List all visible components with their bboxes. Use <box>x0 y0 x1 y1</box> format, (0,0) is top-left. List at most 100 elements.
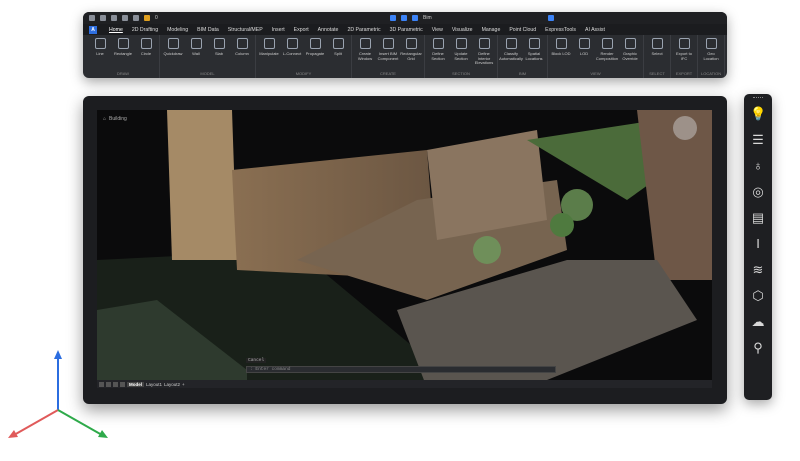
save-icon[interactable] <box>89 15 95 21</box>
group-view: Block LOD LOD Render Composition Graphic Ov… <box>548 35 644 78</box>
lod-button[interactable]: LOD <box>574 38 594 57</box>
rectangular-grid-icon <box>405 38 417 49</box>
circle-button[interactable]: Circle <box>136 38 156 57</box>
pin-icon[interactable]: ⚲ <box>750 340 766 356</box>
tab-model[interactable]: Model <box>127 381 144 387</box>
cloud-upload-icon[interactable]: ☁ <box>750 314 766 330</box>
tool-label: Define Interior Elevations <box>474 51 494 65</box>
add-layout-button[interactable]: + <box>182 382 185 387</box>
graphic-override-button[interactable]: Graphic Override <box>620 38 640 61</box>
tool-label: Export to IFC <box>675 51 692 61</box>
manipulate-button[interactable]: Manipulate <box>259 38 279 57</box>
export-to-ifc-button[interactable]: Export to IFC <box>674 38 694 61</box>
view-icon-3[interactable] <box>412 15 418 21</box>
rectangle-button[interactable]: Rectangle <box>113 38 133 57</box>
spatial-locations-button[interactable]: Spatial Locations <box>524 38 544 61</box>
nav-last-icon[interactable] <box>120 381 125 387</box>
view-icon[interactable] <box>390 15 396 21</box>
update-section-icon <box>455 38 467 49</box>
balloon-icon[interactable]: ♁ <box>750 158 766 174</box>
define-section-button[interactable]: Define Section <box>428 38 448 61</box>
breadcrumb[interactable]: ⌂ Building <box>103 116 127 122</box>
tab-insert[interactable]: Insert <box>272 27 285 33</box>
drag-handle[interactable] <box>753 97 763 99</box>
tool-label: Create Window <box>357 51 373 61</box>
tab-visualize[interactable]: Visualize <box>452 27 473 33</box>
tab-manage[interactable]: Manage <box>482 27 501 33</box>
view-icon-2[interactable] <box>401 15 407 21</box>
viewcube[interactable] <box>673 116 697 140</box>
geo-location-button[interactable]: Geo Location <box>701 38 721 61</box>
group-location: Geo Location LOCATION <box>698 35 726 78</box>
group-label: BIM <box>518 71 527 76</box>
column-button[interactable]: Column <box>232 38 252 57</box>
tab-expresstools[interactable]: ExpressTools <box>545 27 576 33</box>
tool-label: Render Composition <box>595 51 619 61</box>
beam-icon[interactable]: Ι <box>750 236 766 252</box>
cube-icon[interactable]: ⬡ <box>750 288 766 304</box>
help-icon[interactable] <box>548 15 554 21</box>
sliders-icon[interactable]: ☰ <box>750 132 766 148</box>
wall-button[interactable]: Wall <box>186 38 206 57</box>
insert-bim-component-button[interactable]: Insert BIM Component <box>378 38 398 61</box>
rectangular-grid-button[interactable]: Rectangular Grid <box>400 38 422 61</box>
line-button[interactable]: Line <box>90 38 110 57</box>
command-line-input[interactable]: : Enter command <box>246 366 556 373</box>
quickdraw-icon <box>167 38 179 49</box>
update-section-button[interactable]: Update Section <box>451 38 471 61</box>
select-button[interactable]: Select <box>647 38 667 57</box>
slab-button[interactable]: Slab <box>209 38 229 57</box>
l-connect-button[interactable]: L-Connect <box>282 38 302 57</box>
ruler-icon[interactable]: ▤ <box>750 210 766 226</box>
tab-bim-data[interactable]: BIM Data <box>197 27 219 33</box>
block-lod-button[interactable]: Block LOD <box>551 38 571 57</box>
print-icon[interactable] <box>111 15 117 21</box>
tab-layout1[interactable]: Layout1 <box>146 382 162 387</box>
tool-label: Rectangular Grid <box>400 51 422 61</box>
tool-label: Circle <box>140 51 152 56</box>
create-window-button[interactable]: Create Window <box>355 38 375 61</box>
workspace-select[interactable]: Bim <box>423 15 543 21</box>
layer-select[interactable]: 0 <box>155 15 385 21</box>
group-label: LOCATION <box>701 71 722 76</box>
redo-icon[interactable] <box>133 15 139 21</box>
define-section-icon <box>432 38 444 49</box>
group-draw: Line Rectangle Circle DRAW <box>87 35 160 78</box>
tab-export[interactable]: Export <box>294 27 309 33</box>
tab-2d-drafting[interactable]: 2D Drafting <box>132 27 158 33</box>
tool-label: Classify Automatically <box>499 51 523 61</box>
tool-label: Line <box>96 51 104 56</box>
tool-label: Rectangle <box>113 51 132 56</box>
tab-view[interactable]: View <box>432 27 443 33</box>
app-logo[interactable]: A <box>89 25 97 34</box>
propagate-button[interactable]: Propagate <box>305 38 325 57</box>
scan-icon[interactable]: ◎ <box>750 184 766 200</box>
define-interior-elevations-icon <box>478 38 490 49</box>
tool-label: LOD <box>579 51 589 56</box>
new-icon[interactable] <box>100 15 106 21</box>
tab-modeling[interactable]: Modeling <box>167 27 188 33</box>
tab-2d-parametric[interactable]: 2D Parametric <box>347 27 380 33</box>
tab-annotate[interactable]: Annotate <box>318 27 339 33</box>
classify-automatically-button[interactable]: Classify Automatically <box>499 38 523 61</box>
tool-label: Block LOD <box>551 51 571 56</box>
undo-icon[interactable] <box>122 15 128 21</box>
lod-icon <box>578 38 590 49</box>
render-composition-button[interactable]: Render Composition <box>595 38 619 61</box>
create-window-icon <box>359 38 371 49</box>
tool-label: Insert BIM Component <box>377 51 399 61</box>
tower <box>167 110 237 260</box>
bulb-icon[interactable] <box>144 15 150 21</box>
quickdraw-button[interactable]: Quickdraw <box>163 38 183 57</box>
tab-point-cloud[interactable]: Point Cloud <box>509 27 536 33</box>
tab-layout2[interactable]: Layout2 <box>164 382 180 387</box>
tab-structural-mep[interactable]: Structural/MEP <box>228 27 263 33</box>
viewport[interactable]: ⌂ Building Cancel : Enter command Model L… <box>97 110 712 388</box>
tab-3d-parametric[interactable]: 3D Parametric <box>390 27 423 33</box>
layers-icon[interactable]: ≋ <box>750 262 766 278</box>
define-interior-elevations-button[interactable]: Define Interior Elevations <box>474 38 494 66</box>
lightbulb-icon[interactable]: 💡 <box>750 106 766 122</box>
tab-home[interactable]: Home <box>109 27 123 33</box>
split-button[interactable]: Split <box>328 38 348 57</box>
tab-ai-assist[interactable]: AI Assist <box>585 27 605 33</box>
